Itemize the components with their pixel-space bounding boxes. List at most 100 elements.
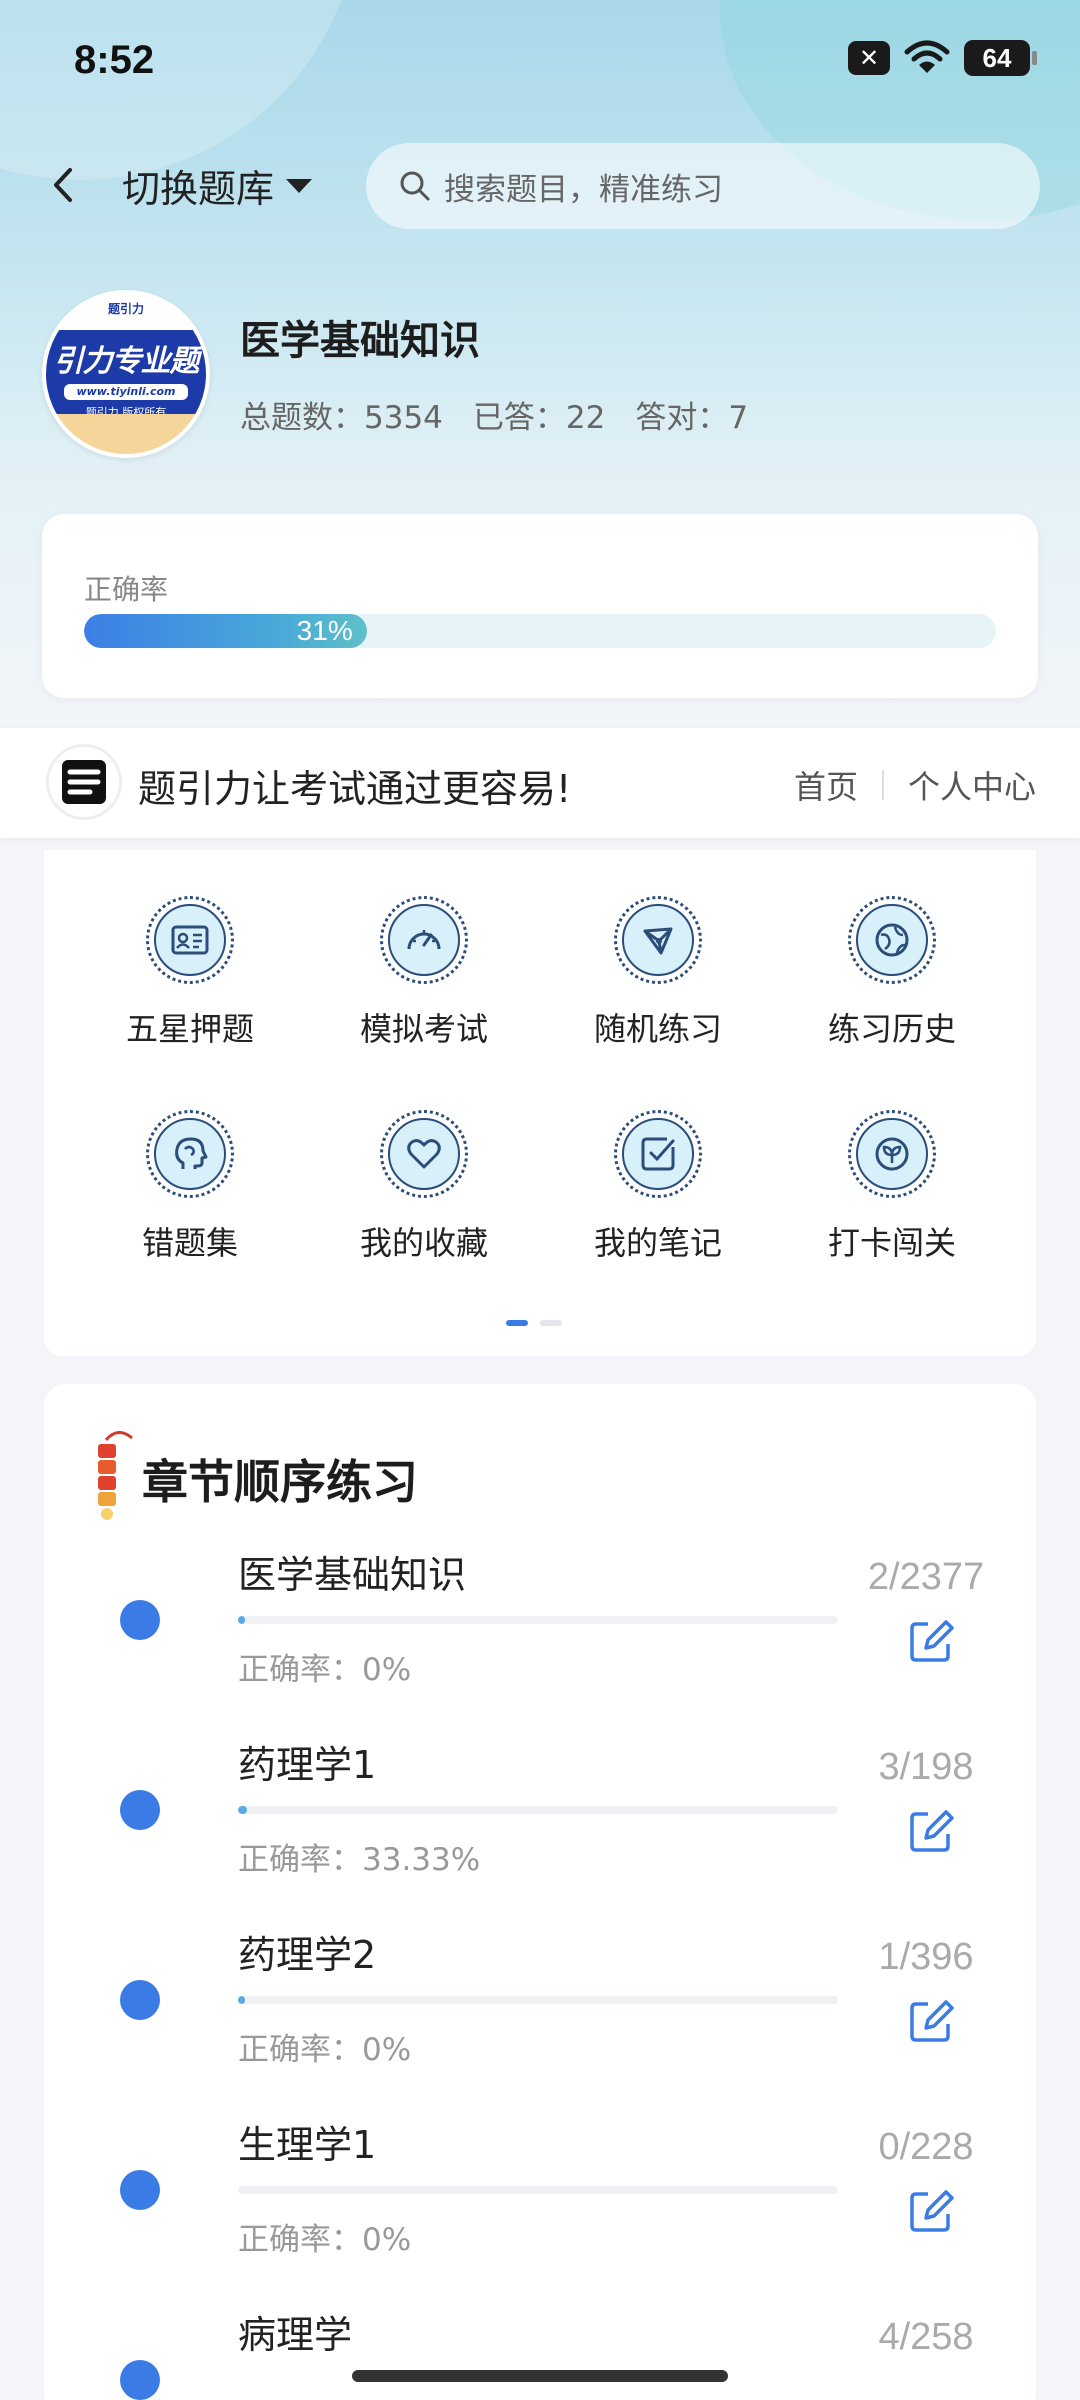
accuracy-progress-fill: 31% xyxy=(84,614,367,648)
feature-favorites[interactable]: 我的收藏 xyxy=(324,1110,524,1264)
divider xyxy=(881,770,884,800)
search-input[interactable]: 搜索题目，精准练习 xyxy=(366,143,1040,229)
feature-check-in[interactable]: 打卡闯关 xyxy=(792,1110,992,1264)
sprout-icon xyxy=(875,1137,909,1171)
accuracy-card: 正确率 31% xyxy=(42,514,1038,698)
feature-label: 五星押题 xyxy=(125,1010,254,1048)
accuracy-label: 正确率 xyxy=(84,573,169,606)
chapter-progress-bar xyxy=(238,1996,838,2004)
chapter-count: 1/396 xyxy=(878,1936,974,1978)
feature-label: 随机练习 xyxy=(593,1010,722,1048)
switch-bank-button[interactable]: 切换题库 xyxy=(122,158,313,213)
question-bank-header: 题引力 引力专业题 www.tiyinli.com 题引力 版权所有 医学基础知… xyxy=(0,290,1080,460)
chapter-accuracy: 正确率：0% xyxy=(238,2032,412,2068)
accuracy-progress-bar: 31% xyxy=(84,614,996,648)
network-icon xyxy=(643,927,673,955)
feature-grid: 五星押题 模拟考试 随机练习 练习历史 错题集 我的收藏 我的笔记 打卡闯关 xyxy=(44,850,1036,1356)
logo-mark: 题引力 xyxy=(46,294,206,330)
chapter-bullet xyxy=(120,1790,160,1830)
pager-dot-active xyxy=(506,1320,528,1326)
search-placeholder: 搜索题目，精准练习 xyxy=(444,171,723,208)
globe-icon xyxy=(875,923,909,957)
edit-icon[interactable] xyxy=(906,2186,956,2236)
banner-slogan: 题引力让考试通过更容易! xyxy=(138,767,572,811)
feature-random-practice[interactable]: 随机练习 xyxy=(558,896,758,1050)
chapter-progress-fill xyxy=(238,1996,246,2004)
feature-notes[interactable]: 我的笔记 xyxy=(558,1110,758,1264)
feature-mock-exam[interactable]: 模拟考试 xyxy=(324,896,524,1050)
chapter-bullet xyxy=(120,1600,160,1640)
top-nav: 切换题库 搜索题目，精准练习 xyxy=(0,140,1080,230)
feature-wrong-questions[interactable]: 错题集 xyxy=(90,1110,290,1264)
edit-icon[interactable] xyxy=(906,1616,956,1666)
chapter-count: 0/228 xyxy=(878,2126,974,2168)
chapter-progress-bar xyxy=(238,2186,838,2194)
answered-count: 已答：22 xyxy=(472,400,606,436)
brand-logo xyxy=(46,744,122,820)
feature-label: 我的笔记 xyxy=(593,1224,722,1262)
chapter-practice-card: 章节顺序练习 医学基础知识 正确率：0% 2/2377 药理学1 正确率：33.… xyxy=(44,1384,1036,2400)
chapter-row[interactable]: 药理学2 正确率：0% 1/396 xyxy=(44,1924,1036,2114)
chapter-progress-fill xyxy=(238,1806,247,1814)
promo-banner: 题引力让考试通过更容易! 首页 个人中心 xyxy=(0,728,1080,838)
feature-label: 模拟考试 xyxy=(359,1010,488,1048)
logo-url: www.tiyinli.com xyxy=(64,384,188,400)
profile-link[interactable]: 个人中心 xyxy=(908,762,1036,808)
feature-five-star[interactable]: 五星押题 xyxy=(90,896,290,1050)
wifi-icon xyxy=(904,40,950,73)
chapter-progress-bar xyxy=(238,1806,838,1814)
chapter-bullet xyxy=(120,2170,160,2210)
chapter-bullet xyxy=(120,2360,160,2400)
status-icons: ✕ 64 xyxy=(848,40,1037,76)
feature-label: 错题集 xyxy=(141,1224,238,1262)
chapter-name: 药理学2 xyxy=(238,1933,377,1977)
feature-history[interactable]: 练习历史 xyxy=(792,896,992,1050)
chapter-name: 病理学 xyxy=(238,2313,353,2357)
chapter-progress-fill xyxy=(238,1616,246,1624)
chapter-count: 4/258 xyxy=(878,2316,974,2358)
home-indicator[interactable] xyxy=(352,2370,728,2382)
chapter-row[interactable]: 药理学1 正确率：33.33% 3/198 xyxy=(44,1734,1036,1924)
pager-dot xyxy=(540,1320,562,1326)
chapter-accuracy: 正确率：0% xyxy=(238,2222,412,2258)
feature-label: 练习历史 xyxy=(827,1010,956,1048)
search-icon xyxy=(400,171,430,201)
bank-title: 医学基础知识 xyxy=(240,318,480,364)
caret-down-icon xyxy=(286,178,313,193)
heart-icon xyxy=(407,1139,441,1169)
edit-icon[interactable] xyxy=(906,1806,956,1856)
chapter-count: 2/2377 xyxy=(867,1556,985,1598)
logo-title: 引力专业题 xyxy=(53,344,200,379)
chapter-name: 医学基础知识 xyxy=(238,1553,467,1597)
id-card-icon xyxy=(171,925,209,955)
edit-icon[interactable] xyxy=(906,1996,956,2046)
chapter-row[interactable]: 医学基础知识 正确率：0% 2/2377 xyxy=(44,1544,1036,1734)
brand-logo-icon xyxy=(62,760,106,804)
status-time: 8:52 xyxy=(74,38,155,82)
chapter-progress-bar xyxy=(238,1616,838,1624)
chapter-name: 药理学1 xyxy=(238,1743,377,1787)
feature-label: 我的收藏 xyxy=(359,1224,488,1262)
speedometer-icon xyxy=(407,930,441,950)
bank-stats: 总题数：5354 已答：22 答对：7 xyxy=(240,392,748,437)
home-link[interactable]: 首页 xyxy=(794,762,858,808)
battery-icon: 64 xyxy=(964,40,1037,76)
switch-bank-label: 切换题库 xyxy=(122,167,275,211)
status-bar: 8:52 ✕ 64 xyxy=(0,0,1080,120)
chapter-accuracy: 正确率：33.33% xyxy=(238,1842,481,1878)
brain-head-icon xyxy=(175,1137,208,1169)
chapter-bullet xyxy=(120,1980,160,2020)
chapter-count: 3/198 xyxy=(878,1746,974,1788)
chapter-section-title: 章节顺序练习 xyxy=(142,1455,418,1509)
feature-label: 打卡闯关 xyxy=(827,1224,956,1262)
pager-dots xyxy=(506,1320,562,1326)
total-questions: 总题数：5354 xyxy=(240,400,443,436)
note-check-icon xyxy=(641,1137,675,1171)
chapter-row[interactable]: 生理学1 正确率：0% 0/228 xyxy=(44,2114,1036,2304)
notification-off-icon: ✕ xyxy=(848,41,890,75)
banner-links: 首页 个人中心 xyxy=(794,762,1036,808)
back-icon[interactable] xyxy=(40,160,90,210)
chapter-name: 生理学1 xyxy=(238,2123,377,2167)
chapter-row[interactable]: 病理学 4/258 xyxy=(44,2304,1036,2400)
chapter-accuracy: 正确率：0% xyxy=(238,1652,412,1688)
